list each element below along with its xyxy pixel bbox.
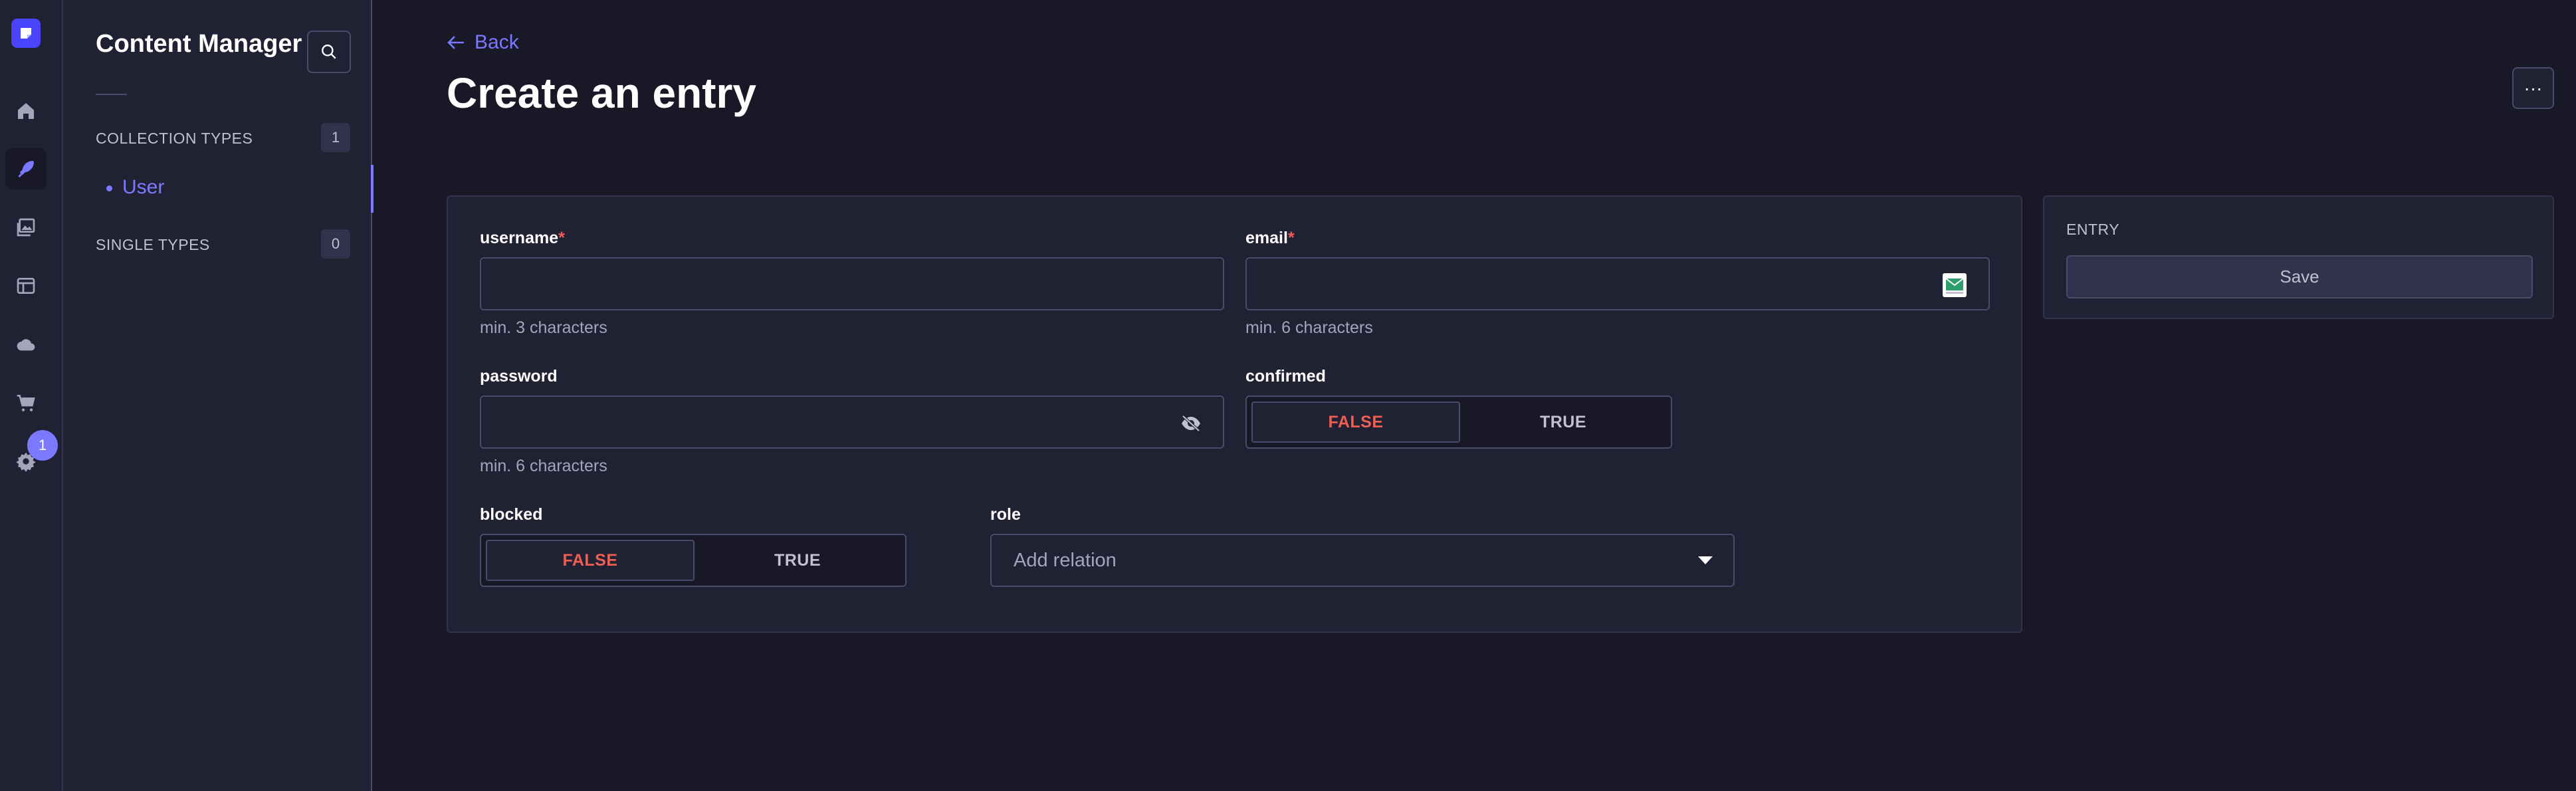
- active-indicator: [371, 165, 374, 213]
- role-label: role: [990, 505, 1021, 524]
- side-panel-heading: ENTRY: [2066, 221, 2120, 238]
- subnav-divider: [96, 94, 127, 95]
- media-library-icon[interactable]: [5, 207, 47, 248]
- logo-icon[interactable]: [11, 19, 41, 48]
- email-icon: [1943, 273, 1967, 297]
- home-icon[interactable]: [5, 90, 47, 132]
- content-manager-subnav: Content Manager COLLECTION TYPES 1 User …: [63, 0, 374, 791]
- username-label: username*: [480, 229, 565, 247]
- role-relation-select[interactable]: Add relation: [990, 534, 1735, 587]
- subnav-item-user[interactable]: User: [63, 165, 374, 213]
- subnav-item-label: User: [122, 176, 165, 198]
- cloud-icon[interactable]: [5, 324, 47, 365]
- back-link[interactable]: Back: [447, 31, 519, 54]
- caret-down-icon: [1698, 556, 1713, 564]
- password-hint: min. 6 characters: [480, 457, 607, 475]
- password-input[interactable]: [480, 396, 1224, 449]
- confirmed-true-option[interactable]: TRUE: [1460, 401, 1666, 443]
- bullet-icon: [106, 185, 112, 191]
- email-field-group: email* min. 6 characters: [1245, 229, 1990, 338]
- page-title: Create an entry: [447, 69, 756, 117]
- blocked-true-option[interactable]: TRUE: [695, 540, 901, 581]
- arrow-left-icon: [447, 36, 464, 49]
- password-label: password: [480, 367, 558, 386]
- username-input[interactable]: [480, 257, 1224, 310]
- role-field-group: role Add relation: [990, 505, 1735, 587]
- entry-side-panel: ENTRY Save: [2043, 195, 2554, 319]
- collection-types-count: 1: [321, 123, 350, 152]
- email-label: email*: [1245, 229, 1295, 247]
- entry-form: username* min. 3 characters email* min. …: [447, 195, 2022, 633]
- email-input[interactable]: [1245, 257, 1990, 310]
- confirmed-false-option[interactable]: FALSE: [1251, 401, 1460, 443]
- more-actions-button[interactable]: ···: [2512, 67, 2554, 109]
- more-icon: ···: [2523, 77, 2543, 98]
- single-types-count: 0: [321, 229, 350, 259]
- main-nav-rail: 1: [0, 0, 63, 791]
- search-icon: [322, 45, 336, 59]
- content-manager-icon[interactable]: [5, 148, 47, 189]
- marketplace-icon[interactable]: [5, 382, 47, 423]
- eye-off-icon[interactable]: [1180, 414, 1202, 433]
- content-type-builder-icon[interactable]: [5, 265, 47, 306]
- subnav-search-button[interactable]: [307, 31, 351, 73]
- blocked-label: blocked: [480, 505, 543, 524]
- subnav-title: Content Manager: [96, 30, 302, 58]
- confirmed-toggle: FALSE TRUE: [1245, 396, 1672, 449]
- role-placeholder: Add relation: [1014, 549, 1117, 571]
- email-hint: min. 6 characters: [1245, 318, 1373, 337]
- username-field-group: username* min. 3 characters: [480, 229, 1224, 338]
- blocked-field-group: blocked FALSE TRUE: [480, 505, 907, 587]
- back-label: Back: [475, 31, 519, 53]
- username-hint: min. 3 characters: [480, 318, 607, 337]
- blocked-toggle: FALSE TRUE: [480, 534, 907, 587]
- collection-types-label: COLLECTION TYPES: [96, 130, 253, 147]
- save-button[interactable]: Save: [2066, 255, 2533, 298]
- confirmed-label: confirmed: [1245, 367, 1326, 386]
- confirmed-field-group: confirmed FALSE TRUE: [1245, 367, 1672, 449]
- settings-notification-badge: 1: [27, 430, 58, 461]
- blocked-false-option[interactable]: FALSE: [486, 540, 695, 581]
- single-types-label: SINGLE TYPES: [96, 236, 210, 253]
- password-field-group: password min. 6 characters: [480, 367, 1224, 476]
